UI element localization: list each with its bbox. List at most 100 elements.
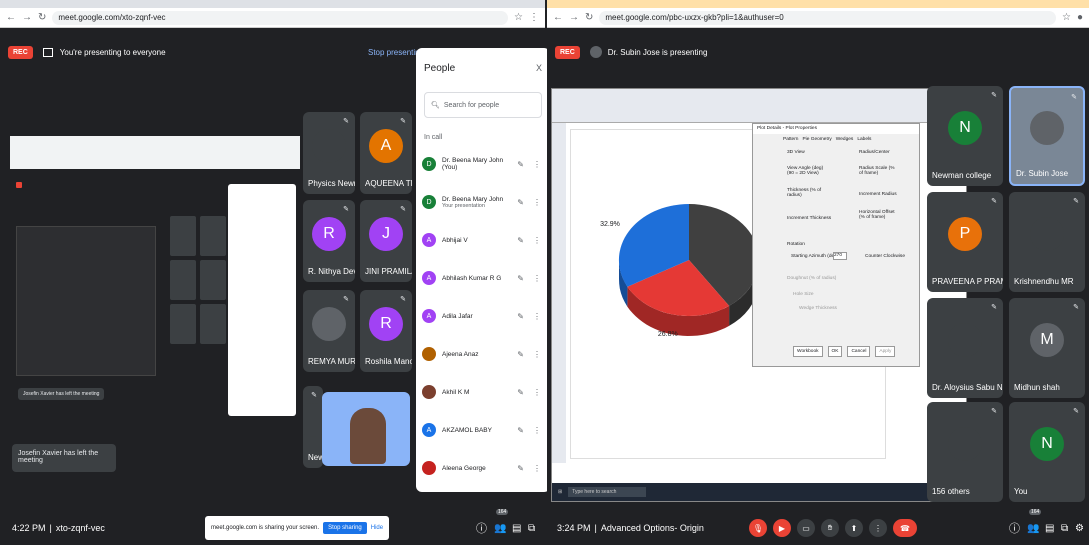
mic-muted-icon[interactable]: ✎ <box>517 312 527 321</box>
participant-tile[interactable]: ✎ R R. Nithya Devi <box>303 200 355 282</box>
starting-azimuth-label: Starting Azimuth (deg) <box>791 254 839 259</box>
forward-icon[interactable]: → <box>22 12 32 23</box>
mic-muted-icon: ✎ <box>1073 304 1079 311</box>
mic-muted-icon[interactable]: ✎ <box>517 388 527 397</box>
taskbar-search[interactable]: Type here to search <box>568 487 647 497</box>
participant-tile[interactable]: ✎ N Newman college <box>927 86 1003 186</box>
participant-tile[interactable]: ✎ A AQUEENA TRESI... <box>360 112 412 194</box>
participant-tile[interactable]: ✎ 156 others <box>927 402 1003 502</box>
participant-row[interactable]: Ajeena Anaz ✎ ⋮ <box>416 335 550 373</box>
more-options-icon[interactable]: ⋮ <box>533 312 544 321</box>
tab-labels[interactable]: Labels <box>857 137 871 142</box>
info-icon[interactable]: ⓘ <box>1009 520 1020 536</box>
more-options-button[interactable]: ⋮ <box>869 519 887 537</box>
people-icon[interactable]: 👥 <box>1027 523 1039 534</box>
participant-tile[interactable]: ✎ Dr. Aloysius Sabu N <box>927 298 1003 398</box>
participant-row[interactable]: A Abhijai V ✎ ⋮ <box>416 221 550 259</box>
participant-row[interactable]: A Abhilash Kumar R G ✎ ⋮ <box>416 259 550 297</box>
participant-name: Adila Jafar <box>442 312 473 320</box>
mic-muted-icon: ✎ <box>991 304 997 311</box>
more-options-icon[interactable]: ⋮ <box>533 236 544 245</box>
counter-clockwise-checkbox[interactable]: Counter Clockwise <box>865 254 905 259</box>
back-icon[interactable]: ← <box>553 12 563 23</box>
participant-row[interactable]: Aleena George ✎ ⋮ <box>416 449 550 487</box>
ok-button[interactable]: OK <box>827 346 843 357</box>
meeting-time: 3:24 PM <box>557 523 591 533</box>
mic-muted-icon[interactable]: ✎ <box>517 274 527 283</box>
participant-row[interactable]: D Dr. Beena Mary John (You) ✎ ⋮ <box>416 145 550 183</box>
participant-tile[interactable]: ✎ REMYA MURALI... <box>303 290 355 372</box>
hide-button[interactable]: Hide <box>371 525 383 531</box>
call-controls: 🎙︎ ▶ ▭ ✋︎ ⬆ ⋮ ☎ <box>749 519 917 537</box>
bookmark-icon[interactable]: ☆ <box>1062 12 1071 23</box>
apply-button[interactable]: Apply <box>875 346 896 357</box>
mic-muted-icon[interactable]: ✎ <box>517 464 527 473</box>
mic-muted-icon[interactable]: ✎ <box>517 160 527 169</box>
more-options-icon[interactable]: ⋮ <box>533 426 544 435</box>
menu-icon[interactable]: ⋮ <box>529 12 539 23</box>
mic-muted-icon[interactable]: ✎ <box>517 350 527 359</box>
chat-icon[interactable]: ▤ <box>1045 523 1054 534</box>
stop-sharing-button[interactable]: Stop sharing <box>323 522 367 534</box>
forward-icon[interactable]: → <box>569 12 579 23</box>
workbook-button[interactable]: Workbook <box>793 346 823 357</box>
people-icon[interactable]: 👥 <box>494 523 506 534</box>
mic-muted-icon[interactable]: ✎ <box>517 426 527 435</box>
participant-row[interactable]: A AKZAMOL BABY ✎ ⋮ <box>416 411 550 449</box>
participant-tile[interactable]: ✎ N You <box>1009 402 1085 502</box>
search-people-input[interactable]: 🔍︎ Search for people <box>424 92 542 118</box>
mic-off-button[interactable]: 🎙︎ <box>749 519 767 537</box>
chat-icon[interactable]: ▤ <box>512 523 521 534</box>
more-options-icon[interactable]: ⋮ <box>533 274 544 283</box>
profile-icon[interactable]: ● <box>1077 12 1083 23</box>
mic-muted-icon[interactable]: ✎ <box>517 236 527 245</box>
address-bar[interactable]: meet.google.com/pbc-uxzx-gkb?pli=1&authu… <box>599 10 1056 25</box>
host-controls-icon[interactable]: ⚙ <box>1075 523 1084 534</box>
dialog-title: Plot Details - Plot Properties <box>753 124 919 134</box>
cancel-button[interactable]: Cancel <box>847 346 871 357</box>
end-call-button[interactable]: ☎ <box>893 519 917 537</box>
participant-tile[interactable]: ✎ Dr. Subin Jose <box>1009 86 1085 186</box>
mic-muted-icon[interactable]: ✎ <box>517 198 527 207</box>
activities-icon[interactable]: ⧉ <box>528 523 535 534</box>
more-options-icon[interactable]: ⋮ <box>533 198 544 207</box>
present-icon <box>42 47 53 57</box>
participant-tile[interactable]: ✎ Newm <box>303 386 323 468</box>
participant-tile[interactable]: ✎ J JINI PRAMILA <box>360 200 412 282</box>
wedge-thickness-label: Wedge Thickness <box>799 306 837 311</box>
participant-tile[interactable]: ✎ M Midhun shah <box>1009 298 1085 398</box>
participant-row[interactable]: D Dr. Beena Mary John Your presentation ✎ ⋮ <box>416 183 550 221</box>
windows-start-icon[interactable]: ⊞ <box>558 489 562 495</box>
present-button[interactable]: ⬆ <box>845 519 863 537</box>
more-options-icon[interactable]: ⋮ <box>533 160 544 169</box>
reload-icon[interactable]: ↻ <box>585 12 593 23</box>
info-icon[interactable]: ⓘ <box>476 520 487 536</box>
tab-wedges[interactable]: Wedges <box>836 137 854 142</box>
self-view-video <box>322 392 410 466</box>
starting-azimuth-input[interactable]: 270 <box>833 252 847 260</box>
participant-tile[interactable]: ✎ Physics Newma... <box>303 112 355 194</box>
captions-button[interactable]: ▭ <box>797 519 815 537</box>
participant-row[interactable]: Akhil K M ✎ ⋮ <box>416 373 550 411</box>
more-options-icon[interactable]: ⋮ <box>533 350 544 359</box>
participant-tile[interactable]: ✎ R Roshila Manoj <box>360 290 412 372</box>
tab-pie-geometry[interactable]: Pie Geometry <box>802 137 831 142</box>
activities-icon[interactable]: ⧉ <box>1061 523 1068 534</box>
increment-thickness-checkbox[interactable]: Increment Thickness <box>787 216 831 221</box>
participant-subtitle: Your presentation <box>442 202 485 209</box>
raise-hand-button[interactable]: ✋︎ <box>821 519 839 537</box>
more-options-icon[interactable]: ⋮ <box>533 464 544 473</box>
reload-icon[interactable]: ↻ <box>38 12 46 23</box>
participant-tile[interactable]: ✎ Krishnendhu MR <box>1009 192 1085 292</box>
tab-pattern[interactable]: Pattern <box>783 137 798 142</box>
camera-off-button[interactable]: ▶ <box>773 519 791 537</box>
back-icon[interactable]: ← <box>6 12 16 23</box>
address-bar[interactable]: meet.google.com/xto-zqnf-vec <box>52 10 509 25</box>
increment-radius-checkbox[interactable]: Increment Radius <box>859 192 897 197</box>
close-icon[interactable]: X <box>536 63 542 73</box>
bookmark-icon[interactable]: ☆ <box>514 12 523 23</box>
more-options-icon[interactable]: ⋮ <box>533 388 544 397</box>
participant-tile[interactable]: ✎ P PRAVEENA P PRAMOD <box>927 192 1003 292</box>
share-notice-text: meet.google.com is sharing your screen. <box>211 525 320 531</box>
participant-row[interactable]: A Adila Jafar ✎ ⋮ <box>416 297 550 335</box>
